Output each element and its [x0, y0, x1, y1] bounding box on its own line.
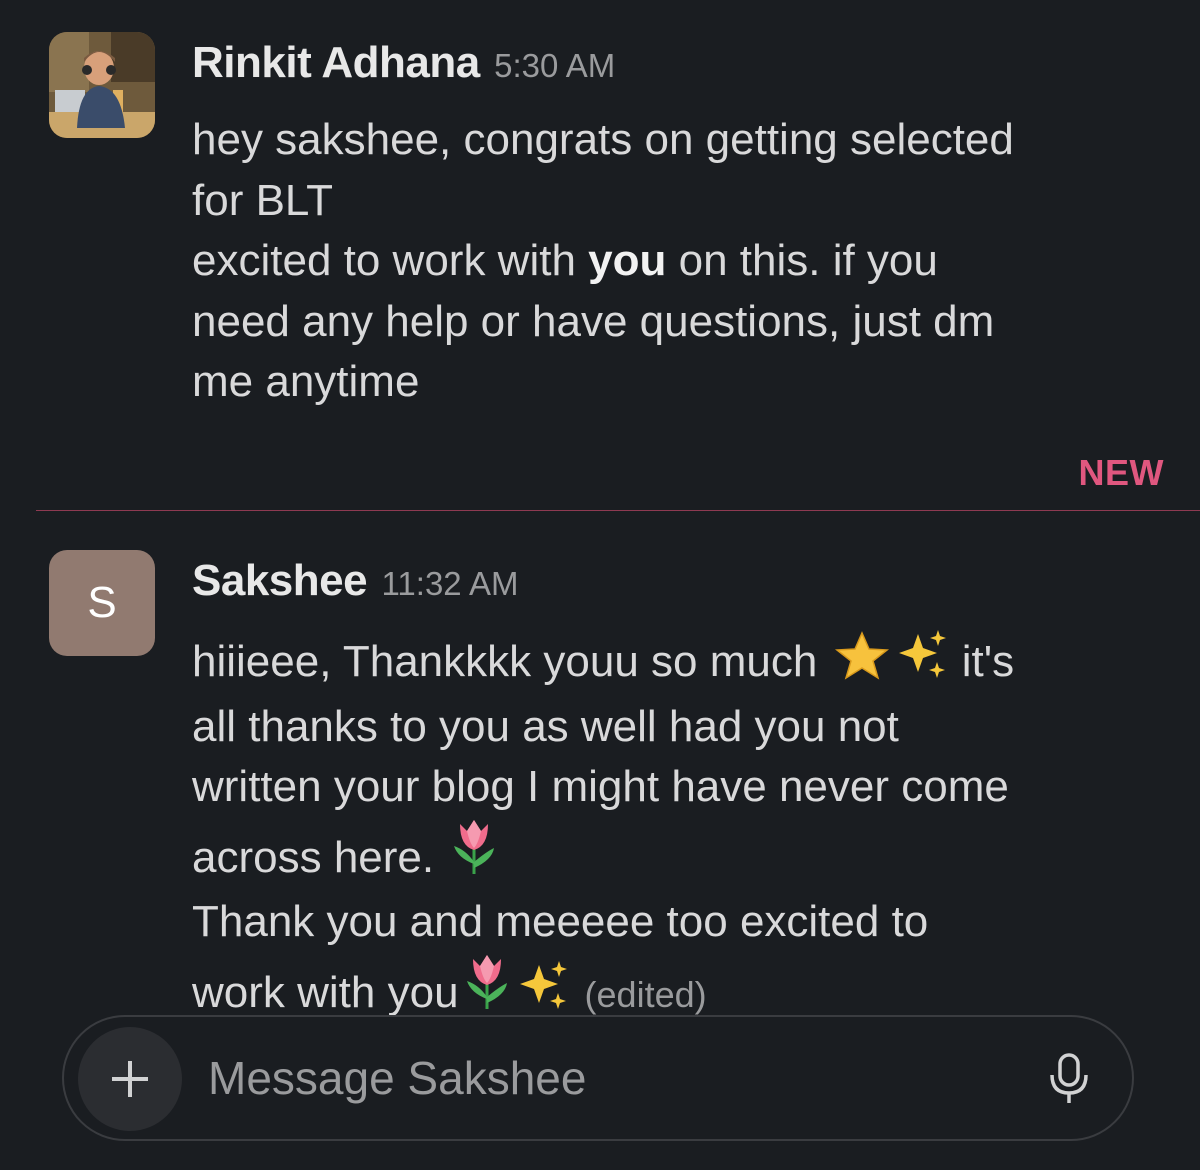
timestamp[interactable]: 11:32 AM [382, 565, 519, 602]
message-line: for BLT [192, 175, 334, 225]
message-line: need any help or have questions, just dm [192, 296, 995, 346]
message-composer[interactable] [62, 1015, 1134, 1141]
tulip-icon [448, 818, 500, 893]
message-line: all thanks to you as well had you not [192, 701, 899, 751]
new-messages-label: NEW [1078, 452, 1164, 493]
message-fragment: it's [961, 637, 1015, 686]
message-fragment: on this. if you [666, 236, 938, 285]
message-line: me anytime [192, 357, 420, 406]
add-attachment-button[interactable] [78, 1027, 182, 1131]
author-name[interactable]: Rinkit Adhana [192, 38, 480, 87]
message-line: Thank you and meeeee too excited to [192, 897, 929, 946]
message-fragment: excited to work with [192, 236, 589, 285]
message-line: across here. [192, 818, 1172, 893]
sparkles-icon [896, 628, 948, 697]
message-line: written your blog I might have never com… [192, 762, 1009, 811]
message-input[interactable] [208, 1045, 988, 1111]
message-line: hey sakshee, congrats on getting selecte… [192, 115, 1014, 164]
profile-photo [49, 32, 155, 138]
message-header: Rinkit Adhana 5:30 AM [192, 38, 615, 88]
avatar[interactable]: S [49, 550, 155, 656]
star-icon [832, 630, 892, 697]
timestamp[interactable]: 5:30 AM [494, 47, 615, 84]
new-messages-divider [36, 510, 1200, 511]
message-fragment: across here. [192, 832, 435, 882]
message-header: Sakshee 11:32 AM [192, 556, 519, 606]
message-line: hiiieee, Thankkkk youu so much it's [192, 628, 1172, 697]
message-fragment: hiiieee, Thankkkk youu so much [192, 637, 818, 686]
microphone-icon [1050, 1053, 1088, 1103]
bold-text: you [588, 236, 667, 285]
avatar[interactable] [49, 32, 155, 138]
plus-icon [112, 1061, 148, 1097]
message-fragment: work with you [192, 967, 459, 1017]
edited-label: (edited) [584, 973, 707, 1015]
message-text: hey sakshee, congrats on getting selecte… [192, 110, 1172, 413]
message-line: excited to work with you on this. if you [192, 231, 1172, 292]
author-name[interactable]: Sakshee [192, 556, 368, 605]
message-text: hiiieee, Thankkkk youu so much it's all … [192, 628, 1172, 1027]
microphone-button[interactable] [1046, 1053, 1092, 1105]
